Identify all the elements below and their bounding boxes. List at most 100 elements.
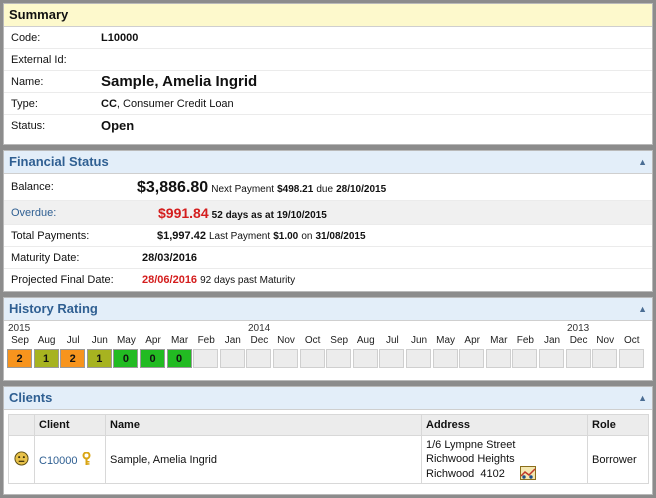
history-rating-panel: History Rating ▲ 2015 2014 2013 Sep Aug Ju… — [3, 297, 653, 381]
summary-row-code: Code: L10000 — [4, 27, 652, 49]
rating-cell — [193, 349, 219, 368]
month-label: Dec — [250, 335, 269, 346]
balance-value: $3,886.80 — [137, 179, 209, 196]
overdue-days: 52 days as at 19/10/2015 — [211, 210, 327, 221]
collapse-icon[interactable]: ▲ — [638, 151, 647, 173]
month-label: Sep — [11, 335, 29, 346]
summary-row-name: Name: Sample, Amelia Ingrid — [4, 71, 652, 93]
month-label: Mar — [170, 335, 189, 346]
year-label: 2015 — [8, 323, 31, 334]
rating-cell — [246, 349, 272, 368]
financial-status-panel: Financial Status ▲ Balance: $3,886.80 Ne… — [3, 150, 653, 292]
rating-cell — [565, 349, 591, 368]
maturity-row: Maturity Date: 28/03/2016 — [4, 247, 652, 269]
rating-cell: 2 — [7, 349, 32, 368]
address-line-3: Richwood 4102 — [426, 466, 583, 481]
month-label: Aug — [37, 335, 56, 346]
total-payments-label: Total Payments: — [11, 230, 90, 242]
name-column-header[interactable]: Name — [105, 414, 422, 436]
month-label: Feb — [197, 335, 215, 346]
code-value: L10000 — [101, 32, 139, 44]
total-payments-info: $1,997.42 Last Payment $1.00 on 31/08/20… — [157, 225, 366, 248]
rating-cell — [379, 349, 405, 368]
year-label: 2014 — [248, 323, 271, 334]
month-label: Apr — [145, 335, 161, 346]
balance-row: Balance: $3,886.80 Next Payment $498.21 … — [4, 174, 652, 201]
month-label: Oct — [304, 335, 321, 346]
rating-cell: 2 — [60, 349, 86, 368]
address-suburb-postcode: Richwood 4102 — [426, 468, 505, 480]
total-payments-value: $1,997.42 — [157, 230, 206, 242]
due-text: due — [316, 184, 334, 195]
financial-status-header[interactable]: Financial Status ▲ — [4, 151, 652, 174]
overdue-value: $991.84 — [158, 205, 209, 221]
rating-cell — [459, 349, 485, 368]
clients-header[interactable]: Clients ▲ — [4, 387, 652, 410]
month-label: Sep — [330, 335, 349, 346]
table-row[interactable]: C10000 Sample, Amelia Ingrid 1/6 Lympne … — [8, 435, 649, 484]
history-rating-title: History Rating — [9, 301, 98, 316]
rating-cell — [352, 349, 378, 368]
month-label: Jul — [385, 335, 399, 346]
month-label: Jun — [91, 335, 108, 346]
rating-cell — [273, 349, 298, 368]
overdue-label: Overdue: — [11, 207, 57, 219]
next-payment-text: Next Payment — [211, 184, 275, 195]
client-address-cell: 1/6 Lympne Street Richwood Heights Richw… — [421, 435, 588, 484]
maturity-value: 28/03/2016 — [142, 252, 198, 264]
month-label: Apr — [464, 335, 480, 346]
on-text: on — [301, 231, 313, 242]
collapse-icon[interactable]: ▲ — [638, 298, 647, 320]
rating-cell — [432, 349, 458, 368]
name-label: Name: — [11, 76, 44, 88]
projected-days: 92 days past Maturity — [200, 275, 296, 286]
overdue-info: $991.84 52 days as at 19/10/2015 — [158, 201, 327, 228]
month-label: Jan — [543, 335, 561, 346]
projected-label: Projected Final Date: — [11, 274, 114, 286]
summary-row-external-id: External Id: — [4, 49, 652, 71]
clients-table: Client Name Address Role C10000 Sample, … — [8, 414, 649, 484]
last-payment-text: Last Payment — [209, 231, 271, 242]
role-column-header[interactable]: Role — [587, 414, 649, 436]
collapse-icon[interactable]: ▲ — [638, 387, 647, 409]
month-label: Aug — [356, 335, 375, 346]
summary-row-type: Type: CC, Consumer Credit Loan — [4, 93, 652, 115]
type-code: CC — [101, 98, 117, 110]
type-label: Type: — [11, 98, 38, 110]
icon-column-header — [8, 414, 35, 436]
last-payment-amount: $1.00 — [273, 231, 299, 242]
month-label: Jun — [410, 335, 428, 346]
name-value: Sample, Amelia Ingrid — [101, 73, 258, 90]
key-icon — [82, 451, 91, 465]
rating-cell — [539, 349, 564, 368]
client-link[interactable]: C10000 — [39, 455, 78, 467]
projected-value: 28/06/2016 — [142, 274, 198, 286]
map-icon[interactable] — [519, 466, 536, 480]
month-label: May — [436, 335, 456, 346]
client-column-header[interactable]: Client — [34, 414, 106, 436]
clients-panel: Clients ▲ Client Name Address Role C1000… — [3, 386, 653, 495]
history-cells: 2121000 — [4, 347, 652, 369]
rating-cell — [219, 349, 245, 368]
address-column-header[interactable]: Address — [421, 414, 588, 436]
total-payments-row: Total Payments: $1,997.42 Last Payment $… — [4, 225, 652, 247]
client-id-cell: C10000 — [34, 435, 106, 484]
next-payment-amount: $498.21 — [277, 184, 314, 195]
due-date: 28/10/2015 — [336, 184, 387, 195]
overdue-row: Overdue: $991.84 52 days as at 19/10/201… — [4, 201, 652, 225]
history-months: Sep Aug Jul Jun May Apr Mar Feb Jan Dec Nov Oct Sep A… — [4, 334, 652, 347]
history-rating-header[interactable]: History Rating ▲ — [4, 298, 652, 321]
month-label: Oct — [624, 335, 640, 346]
client-status-cell — [8, 435, 35, 484]
maturity-label: Maturity Date: — [11, 252, 80, 264]
projected-info: 28/06/2016 92 days past Maturity — [142, 269, 295, 292]
month-label: Feb — [516, 335, 534, 346]
summary-panel: Summary Code: L10000 External Id: Name: … — [3, 3, 653, 145]
balance-info: $3,886.80 Next Payment $498.21 due 28/10… — [137, 174, 386, 203]
projected-row: Projected Final Date: 28/06/2016 92 days… — [4, 269, 652, 291]
neutral-face-icon — [14, 450, 29, 466]
rating-cell — [406, 349, 431, 368]
history-years: 2015 2014 2013 — [4, 321, 652, 334]
type-desc: , Consumer Credit Loan — [116, 98, 234, 110]
month-label: Mar — [490, 335, 508, 346]
